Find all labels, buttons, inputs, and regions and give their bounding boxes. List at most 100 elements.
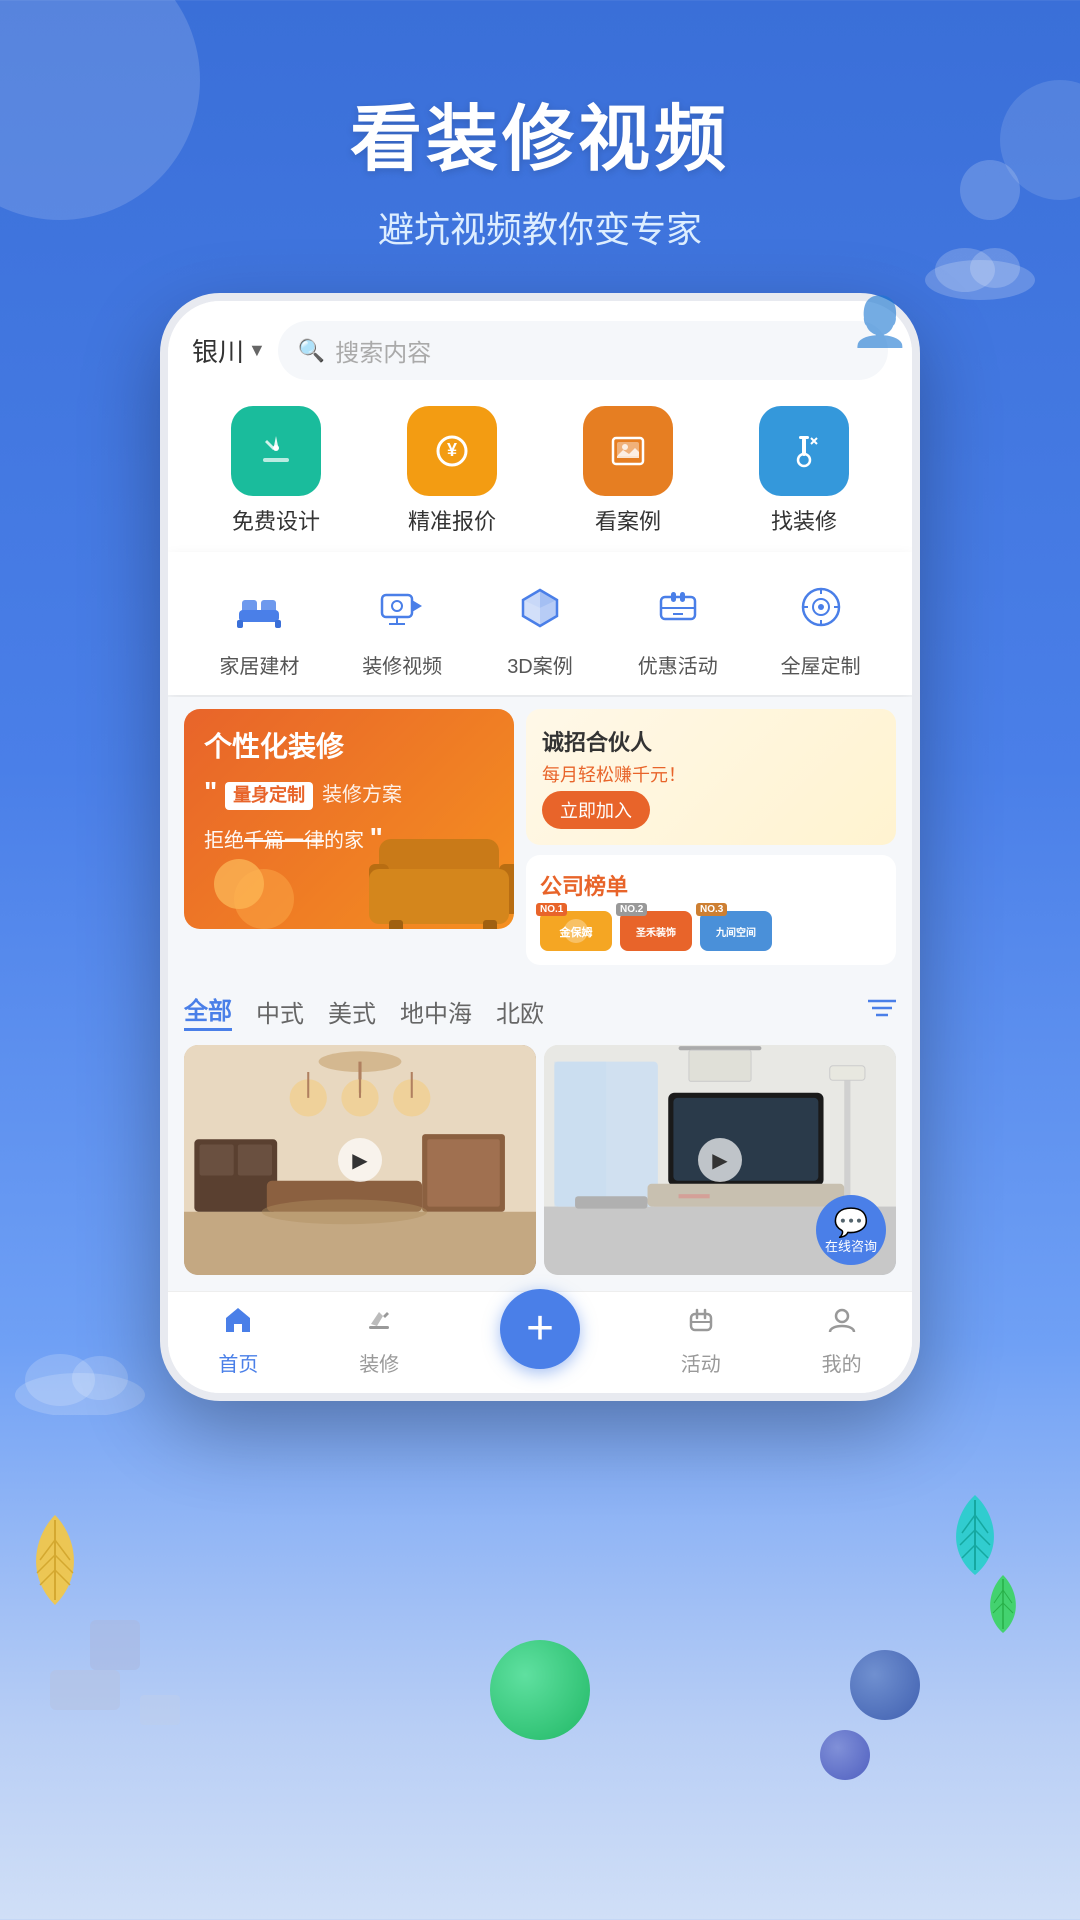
partner-subtitle: 每月轻松赚千元！ — [542, 761, 880, 787]
nav-item-cases[interactable]: 看案例 — [568, 406, 688, 536]
deco-leaves-left — [20, 1505, 120, 1640]
quote-label: 精准报价 — [408, 504, 496, 536]
promo-icon — [643, 572, 713, 642]
filter-icon[interactable] — [868, 997, 896, 1026]
bottom-nav-profile[interactable]: 我的 — [822, 1304, 862, 1377]
play-button-2[interactable]: ▶ — [698, 1138, 742, 1182]
deco-leaves-right — [930, 1495, 1050, 1660]
nav-item-renovation[interactable]: 找装修 — [744, 406, 864, 536]
profile-label: 我的 — [822, 1348, 862, 1377]
partner-illustration: 👤 — [850, 293, 910, 350]
custom-label: 全屋定制 — [781, 650, 861, 679]
sofa-illustration — [369, 834, 514, 924]
phone-content: 银川 ▼ 🔍 搜索内容 — [168, 301, 912, 1393]
style-tab-chinese[interactable]: 中式 — [256, 994, 304, 1029]
city-selector[interactable]: 银川 ▼ — [192, 332, 266, 369]
svg-text:¥: ¥ — [447, 440, 457, 460]
quick-nav: 免费设计 ¥ 精准报价 — [168, 390, 912, 552]
rank-3-badge: NO.3 — [696, 903, 727, 916]
3d-label: 3D案例 — [507, 650, 573, 679]
phone-frame: 银川 ▼ 🔍 搜索内容 — [160, 293, 920, 1401]
sphere-blue-1 — [850, 1650, 920, 1720]
partner-join-button[interactable]: 立即加入 — [542, 791, 650, 829]
image-card-1[interactable]: ▶ — [184, 1045, 536, 1275]
partner-title: 诚招合伙人 — [542, 725, 880, 757]
consult-label: 在线咨询 — [825, 1239, 877, 1255]
activity-label: 活动 — [681, 1348, 721, 1377]
free-design-icon — [231, 406, 321, 496]
sphere-green — [490, 1640, 590, 1740]
banner-mid-text: 装修方案 — [322, 784, 402, 806]
rank-2-logo: NO.2 圣禾装饰 — [620, 911, 692, 951]
renovation-label: 找装修 — [771, 504, 837, 536]
bottom-nav-renovation[interactable]: 装修 — [359, 1304, 399, 1377]
svg-text:金保姆: 金保姆 — [559, 925, 593, 939]
play-button-1[interactable]: ▶ — [338, 1138, 382, 1182]
ranking-card[interactable]: 公司榜单 NO.1 金保姆 NO.2 — [526, 855, 896, 965]
banner-left-card[interactable]: 个性化装修 " 量身定制 装修方案 拒绝千篇一律的家 " — [184, 709, 514, 929]
home-label: 首页 — [218, 1348, 258, 1377]
style-tab-american[interactable]: 美式 — [328, 994, 376, 1029]
style-tab-all[interactable]: 全部 — [184, 991, 232, 1031]
renovation-nav-icon — [363, 1304, 395, 1344]
renovation-icon — [759, 406, 849, 496]
second-nav-furniture[interactable]: 家居建材 — [219, 572, 299, 679]
home-icon — [222, 1304, 254, 1344]
free-design-label: 免费设计 — [232, 504, 320, 536]
cases-icon — [583, 406, 673, 496]
style-tabs: 全部 中式 美式 地中海 北欧 — [168, 977, 912, 1045]
deco-block-1 — [50, 1670, 120, 1710]
rank-1-logo: NO.1 金保姆 — [540, 911, 612, 951]
profile-icon — [826, 1304, 858, 1344]
add-button[interactable]: + — [500, 1289, 580, 1369]
rank-1-badge: NO.1 — [536, 903, 567, 916]
banner-right: 诚招合伙人 每月轻松赚千元！ 立即加入 👤 公司榜单 NO.1 — [526, 709, 896, 965]
ranking-highlight: 榜单 — [584, 874, 628, 899]
style-tab-nordic[interactable]: 北欧 — [496, 994, 544, 1029]
second-nav-custom[interactable]: 全屋定制 — [781, 572, 861, 679]
second-nav-3d[interactable]: 3D案例 — [505, 572, 575, 679]
nav-item-free-design[interactable]: 免费设计 — [216, 406, 336, 536]
rank-3-logo: NO.3 九间空间 — [700, 911, 772, 951]
furniture-label: 家居建材 — [219, 650, 299, 679]
renovation-nav-label: 装修 — [359, 1348, 399, 1377]
sphere-blue-2 — [820, 1730, 870, 1780]
partner-card[interactable]: 诚招合伙人 每月轻松赚千元！ 立即加入 👤 — [526, 709, 896, 845]
search-placeholder: 搜索内容 — [335, 333, 431, 368]
banner-badge: 量身定制 — [225, 782, 313, 810]
city-arrow-icon: ▼ — [248, 340, 266, 361]
image-card-2[interactable]: ▶ 💬 在线咨询 — [544, 1045, 896, 1275]
deco-block-3 — [140, 1695, 180, 1725]
bottom-nav: 首页 装修 + — [168, 1291, 912, 1393]
svg-text:圣禾装饰: 圣禾装饰 — [636, 926, 676, 939]
bottom-nav-activity[interactable]: 活动 — [681, 1304, 721, 1377]
banner-quote-open: " — [204, 776, 216, 807]
quote-icon: ¥ — [407, 406, 497, 496]
bottom-nav-home[interactable]: 首页 — [218, 1304, 258, 1377]
promo-label: 优惠活动 — [638, 650, 718, 679]
nav-item-quote[interactable]: ¥ 精准报价 — [392, 406, 512, 536]
second-nav-video[interactable]: 装修视频 — [362, 572, 442, 679]
consult-button[interactable]: 💬 在线咨询 — [816, 1195, 886, 1265]
ranking-label: 公司 — [540, 874, 584, 899]
ranking-title: 公司榜单 — [540, 869, 882, 901]
search-input-wrap[interactable]: 🔍 搜索内容 — [278, 321, 888, 380]
video-label: 装修视频 — [362, 650, 442, 679]
second-nav: 家居建材 装修视频 — [168, 552, 912, 695]
video-icon — [367, 572, 437, 642]
cases-label: 看案例 — [595, 504, 661, 536]
custom-icon — [786, 572, 856, 642]
style-tab-mediterranean[interactable]: 地中海 — [400, 994, 472, 1029]
3d-icon — [505, 572, 575, 642]
hero-title: 看装修视频 — [0, 80, 1080, 185]
hero-section: 看装修视频 避坑视频教你变专家 — [0, 0, 1080, 253]
activity-icon — [685, 1304, 717, 1344]
phone-mockup: 银川 ▼ 🔍 搜索内容 — [160, 293, 920, 1401]
hero-subtitle: 避坑视频教你变专家 — [0, 201, 1080, 253]
svg-text:九间空间: 九间空间 — [716, 926, 756, 939]
cloud-decoration-2 — [10, 1345, 150, 1420]
banner-left-title: 个性化装修 — [204, 729, 494, 765]
search-bar: 银川 ▼ 🔍 搜索内容 — [168, 301, 912, 390]
second-nav-promo[interactable]: 优惠活动 — [638, 572, 718, 679]
furniture-icon — [224, 572, 294, 642]
